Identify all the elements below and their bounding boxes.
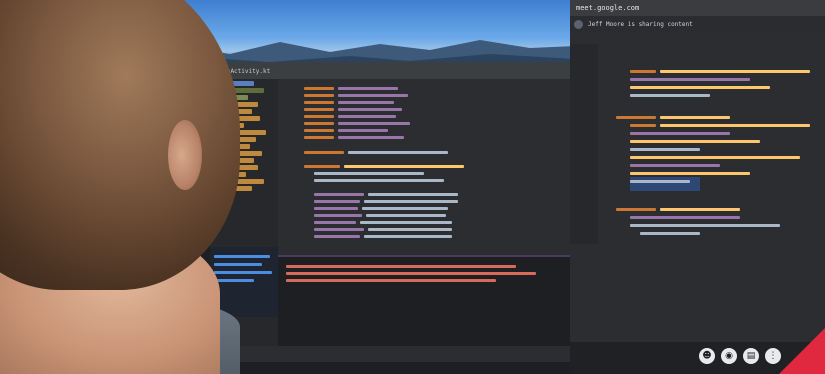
code-token	[630, 172, 750, 175]
code-token	[630, 70, 656, 73]
error-line	[286, 265, 516, 268]
code-token	[304, 165, 340, 168]
code-token	[660, 116, 730, 119]
presenter-icon	[574, 20, 583, 29]
code-token	[368, 228, 452, 231]
code-token	[314, 214, 362, 217]
right-monitor: meet.google.com Jeff Moore is sharing co…	[570, 0, 825, 374]
ide-window-left: MainActivity.kt	[210, 62, 575, 362]
code-token	[348, 151, 448, 154]
code-token	[304, 94, 334, 97]
error-line	[286, 279, 496, 282]
code-token	[368, 193, 458, 196]
code-token	[640, 232, 700, 235]
ide-toolbar: MainActivity.kt	[210, 65, 575, 79]
code-token	[338, 101, 394, 104]
code-token	[630, 224, 780, 227]
code-token	[338, 129, 388, 132]
code-token	[630, 78, 750, 81]
code-token	[314, 179, 444, 182]
code-token	[314, 221, 356, 224]
photo-scene: MainActivity.kt meet.google.com Jeff Moo…	[0, 0, 825, 374]
person-icon[interactable]: ☻	[699, 348, 715, 364]
run-panel	[210, 247, 278, 317]
code-token	[304, 115, 334, 118]
code-token	[630, 124, 656, 127]
code-token	[304, 101, 334, 104]
code-token	[660, 124, 810, 127]
brand-corner-mark	[779, 328, 825, 374]
code-token	[630, 132, 730, 135]
code-token	[364, 235, 452, 238]
console-panel	[278, 255, 575, 355]
code-token	[366, 214, 446, 217]
code-token	[314, 207, 358, 210]
code-token	[338, 136, 404, 139]
code-token	[304, 129, 334, 132]
code-token	[364, 200, 458, 203]
share-banner-text: Jeff Moore is sharing content	[588, 21, 693, 28]
code-token	[338, 94, 408, 97]
code-token	[616, 208, 656, 211]
code-token	[630, 148, 700, 151]
error-line	[286, 272, 536, 275]
caption-icon[interactable]: ▤	[743, 348, 759, 364]
code-token	[304, 108, 334, 111]
code-token	[360, 221, 452, 224]
browser-address-bar[interactable]: meet.google.com	[570, 0, 825, 16]
code-token	[314, 172, 424, 175]
screen-share-banner: Jeff Moore is sharing content	[570, 16, 825, 32]
code-token	[660, 208, 740, 211]
code-token	[362, 207, 448, 210]
code-token	[630, 94, 710, 97]
code-token	[304, 151, 344, 154]
code-token	[304, 122, 334, 125]
code-token	[630, 164, 720, 167]
run-output-line	[214, 279, 254, 282]
code-editor-right	[610, 56, 825, 256]
code-token	[344, 165, 464, 168]
line-number-gutter	[278, 79, 302, 269]
code-token	[630, 180, 690, 183]
code-token	[304, 136, 334, 139]
shared-project-tree	[570, 44, 598, 244]
camera-icon[interactable]: ◉	[721, 348, 737, 364]
code-token	[304, 87, 334, 90]
code-token	[338, 108, 402, 111]
code-token	[630, 156, 800, 159]
code-editor-left	[304, 83, 574, 269]
code-token	[338, 115, 396, 118]
code-token	[616, 116, 656, 119]
person-ear	[168, 120, 202, 190]
code-token	[660, 70, 810, 73]
code-token	[630, 86, 770, 89]
code-token	[314, 228, 364, 231]
code-token	[630, 140, 760, 143]
run-output-line	[214, 271, 272, 274]
code-token	[314, 235, 360, 238]
ide-status-bar	[210, 346, 575, 356]
code-token	[338, 87, 398, 90]
run-output-line	[214, 255, 270, 258]
person-head	[0, 0, 240, 290]
code-token	[338, 122, 410, 125]
code-token	[314, 200, 360, 203]
code-token	[630, 216, 740, 219]
shared-ide-window	[570, 32, 825, 342]
meeting-controls: ☻ ◉ ▤ ⋮	[699, 348, 781, 364]
code-token	[314, 193, 364, 196]
run-output-line	[214, 263, 262, 266]
browser-url: meet.google.com	[576, 4, 640, 12]
